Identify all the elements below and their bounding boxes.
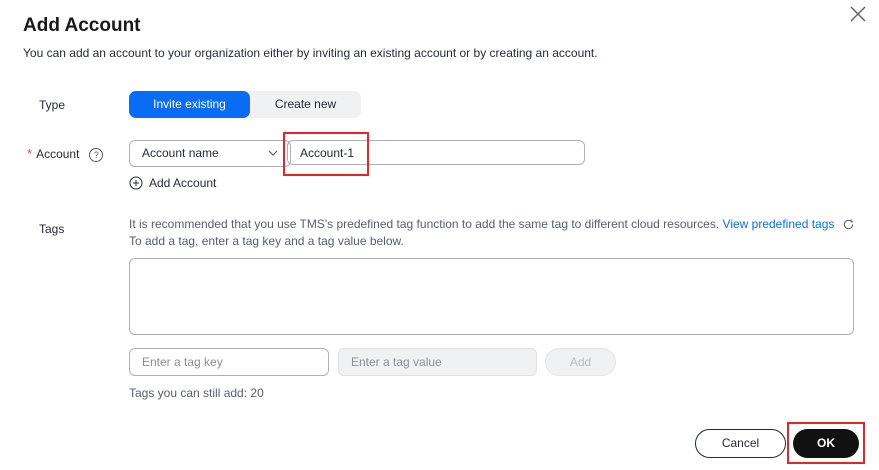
type-create-new-button[interactable]: Create new <box>250 91 361 118</box>
type-segmented-control: Invite existing Create new <box>129 91 361 118</box>
add-tag-button[interactable]: Add <box>545 348 616 376</box>
close-icon[interactable] <box>848 4 868 24</box>
tags-remaining-text: Tags you can still add: 20 <box>129 386 264 400</box>
dialog-title: Add Account <box>23 15 141 36</box>
refresh-icon[interactable] <box>842 218 855 231</box>
ok-button[interactable]: OK <box>793 429 859 458</box>
account-type-select-value: Account name <box>142 146 219 160</box>
account-label-group: * Account? <box>27 146 104 162</box>
account-input-highlight <box>283 132 369 176</box>
required-marker: * <box>27 146 33 161</box>
chevron-down-icon <box>268 150 278 156</box>
add-account-label: Add Account <box>149 176 217 190</box>
tag-value-input[interactable]: Enter a tag value <box>338 348 537 376</box>
account-type-select[interactable]: Account name <box>129 140 291 167</box>
type-label: Type <box>39 98 66 112</box>
type-invite-existing-button[interactable]: Invite existing <box>129 91 250 118</box>
account-label: Account <box>36 147 80 161</box>
tags-label: Tags <box>39 222 65 236</box>
tags-hint-text: It is recommended that you use TMS's pre… <box>129 217 720 231</box>
plus-circle-icon <box>129 176 143 190</box>
tags-hint: It is recommended that you use TMS's pre… <box>129 216 855 250</box>
add-account-button[interactable]: Add Account <box>129 176 216 190</box>
tags-list-area <box>129 258 854 335</box>
help-icon[interactable]: ? <box>89 147 104 162</box>
dialog-description: You can add an account to your organizat… <box>23 46 598 60</box>
tags-hint-text-2: To add a tag, enter a tag key and a tag … <box>129 234 404 248</box>
tag-key-input[interactable]: Enter a tag key <box>129 348 329 376</box>
cancel-button[interactable]: Cancel <box>695 429 786 458</box>
view-predefined-tags-link[interactable]: View predefined tags <box>723 217 835 231</box>
